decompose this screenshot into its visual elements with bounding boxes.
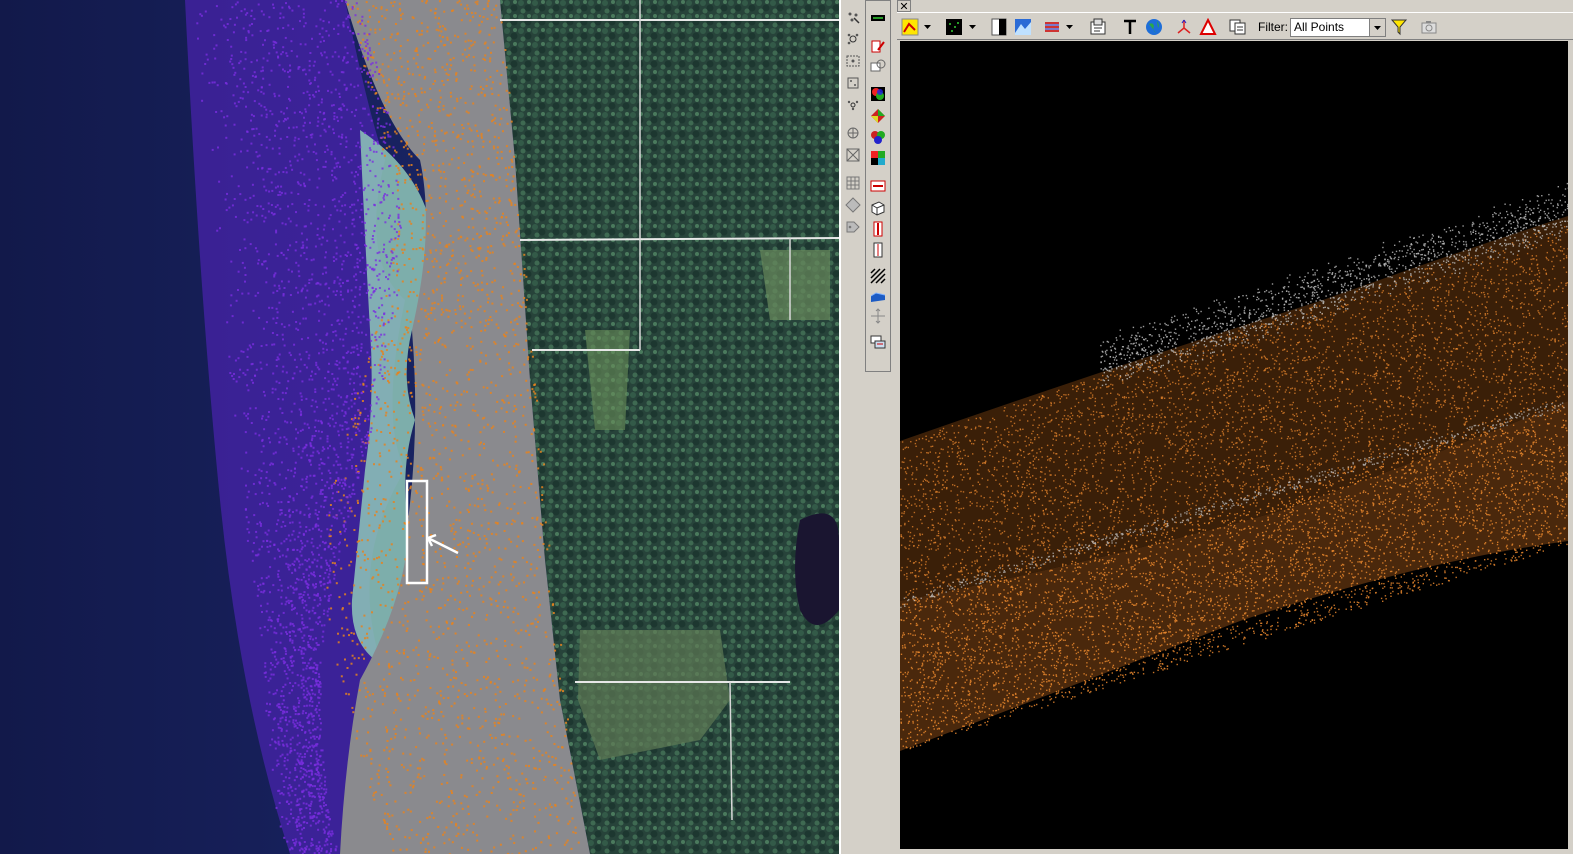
copy-icon[interactable]	[1228, 17, 1248, 37]
filter-icon[interactable]	[1389, 17, 1409, 37]
globe-icon[interactable]	[1144, 17, 1164, 37]
filter-value: All Points	[1294, 20, 1345, 34]
camera-icon[interactable]	[1419, 17, 1439, 37]
point-display-icon[interactable]	[944, 17, 964, 37]
display-mode-icon[interactable]	[900, 17, 920, 37]
close-button[interactable]: ✕	[897, 0, 911, 12]
draw-pencil-icon[interactable]	[869, 37, 887, 55]
filter-dropdown[interactable]: All Points	[1290, 18, 1386, 37]
area-select-icon[interactable]	[844, 52, 862, 70]
red-bar-icon[interactable]	[869, 220, 887, 238]
pan-cross-icon[interactable]	[869, 307, 887, 325]
surface-icon[interactable]	[869, 287, 887, 305]
vertical-toolbar-left	[841, 0, 866, 250]
axes-icon[interactable]	[1174, 17, 1194, 37]
text-icon[interactable]	[1120, 17, 1140, 37]
inland-lake	[795, 513, 839, 625]
measure-icon[interactable]	[844, 124, 862, 142]
view-mountain-icon[interactable]	[1013, 17, 1033, 37]
intensity-color-icon[interactable]	[869, 149, 887, 167]
layers-icon[interactable]	[869, 333, 887, 351]
class-color-icon[interactable]	[869, 128, 887, 146]
map-view[interactable]	[0, 0, 839, 854]
zoom-point-icon[interactable]	[844, 30, 862, 48]
copy-view-icon[interactable]	[869, 57, 887, 75]
box-zoom-icon[interactable]	[844, 74, 862, 92]
vertical-toolbar-right	[865, 0, 891, 372]
elevation-color-icon[interactable]	[869, 107, 887, 125]
clearing-2	[760, 250, 830, 320]
zoom-extent-icon[interactable]	[844, 146, 862, 164]
properties-icon[interactable]	[1088, 17, 1108, 37]
profile-3d-view[interactable]	[900, 41, 1568, 849]
aerial-map-canvas[interactable]	[0, 0, 839, 854]
diamond-icon[interactable]	[844, 196, 862, 214]
triangle-icon[interactable]	[1198, 17, 1218, 37]
display-mode-dropdown[interactable]	[922, 17, 932, 37]
chevron-down-icon[interactable]	[1369, 19, 1385, 36]
hatch-icon[interactable]	[869, 267, 887, 285]
rgb-color-icon[interactable]	[869, 85, 887, 103]
profile-window: ✕ Filter: All Points	[897, 0, 1573, 854]
grid-icon[interactable]	[844, 174, 862, 192]
point-display-dropdown[interactable]	[967, 17, 977, 37]
point-select-icon[interactable]	[844, 8, 862, 26]
cube-icon[interactable]	[869, 199, 887, 217]
move-point-icon[interactable]	[844, 96, 862, 114]
contrast-icon[interactable]	[989, 17, 1009, 37]
classify-dropdown[interactable]	[1064, 17, 1074, 37]
tag-icon[interactable]	[844, 218, 862, 236]
outline-bar-icon[interactable]	[869, 241, 887, 259]
filter-label: Filter:	[1258, 20, 1288, 34]
classify-lines-icon[interactable]	[1042, 17, 1062, 37]
profile-point-cloud[interactable]	[900, 41, 1568, 849]
section-icon[interactable]	[869, 177, 887, 195]
profile-toolbar: Filter: All Points	[897, 12, 1573, 40]
legend-icon[interactable]	[869, 9, 887, 27]
